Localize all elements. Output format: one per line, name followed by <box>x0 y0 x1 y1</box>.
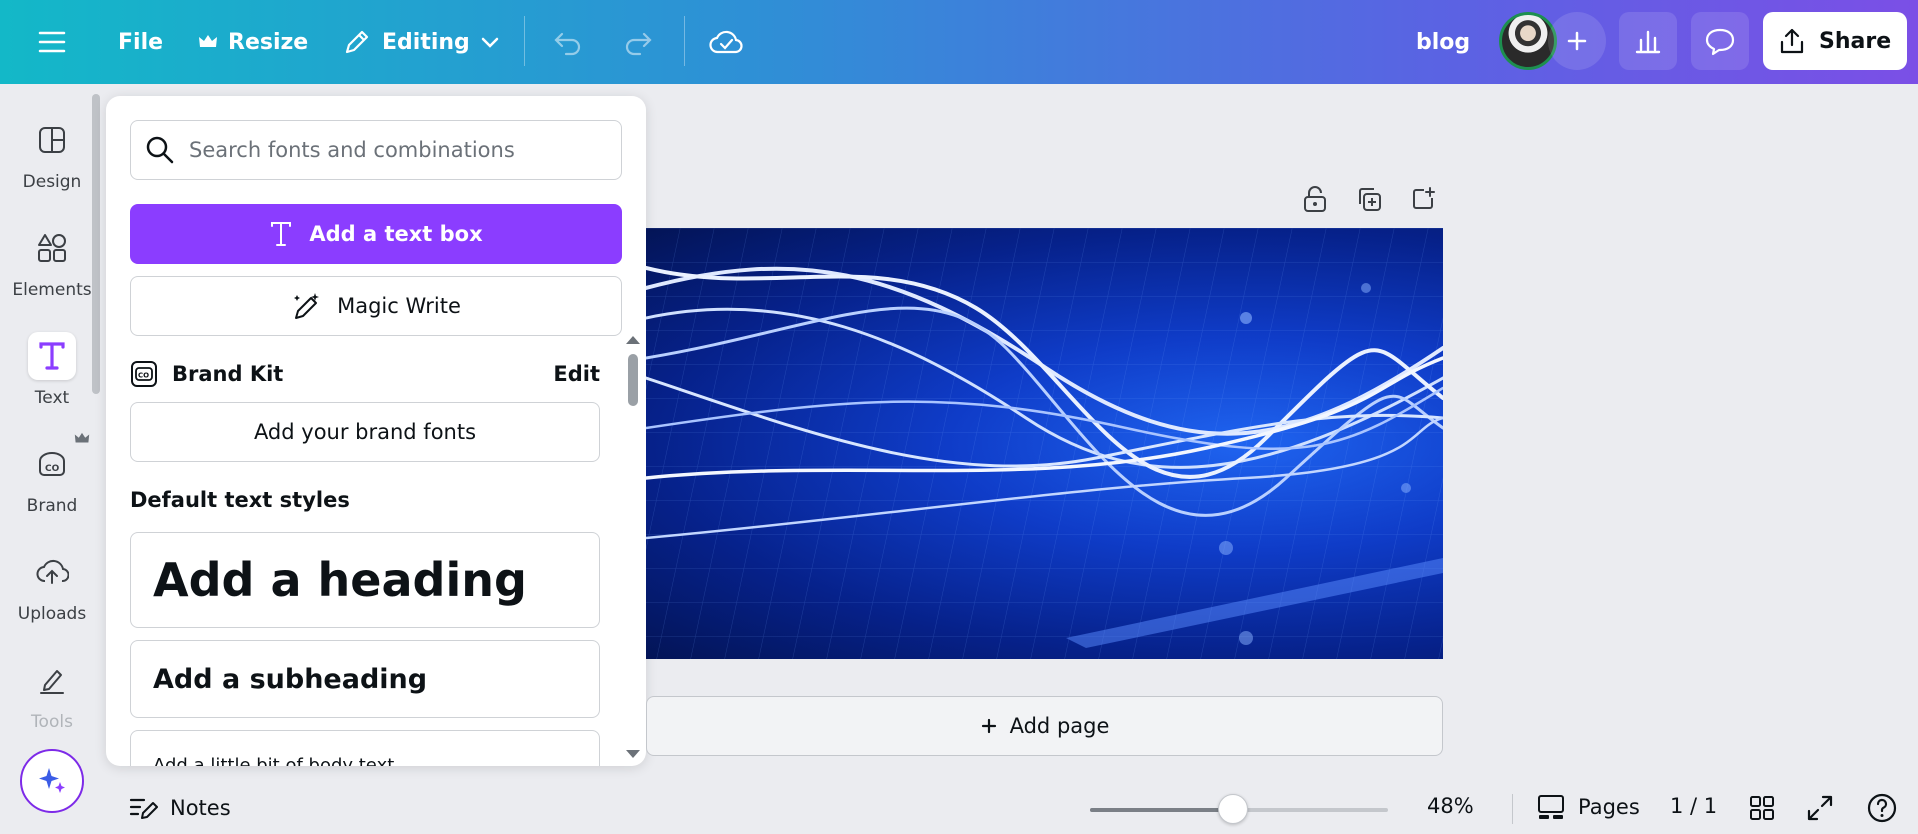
save-status-button[interactable] <box>708 0 744 84</box>
add-subheading-card[interactable]: Add a subheading <box>130 640 600 718</box>
zoom-slider-handle[interactable] <box>1218 794 1248 824</box>
resize-button[interactable]: Resize <box>198 0 308 84</box>
add-body-text-card[interactable]: Add a little bit of body text <box>130 730 600 766</box>
brand-kit-header: CO Brand Kit Edit <box>130 354 600 394</box>
notes-icon <box>129 798 158 819</box>
pencil-icon <box>345 30 369 54</box>
design-title[interactable]: blog <box>1416 0 1470 84</box>
plus-icon <box>981 718 996 734</box>
top-toolbar: File Resize Editing blog Share <box>0 0 1918 84</box>
redo-icon <box>625 32 652 56</box>
add-brand-fonts-button[interactable]: Add your brand fonts <box>130 402 600 462</box>
pages-button[interactable]: Pages <box>1536 792 1640 822</box>
text-icon <box>28 332 76 380</box>
brand-icon: CO <box>28 432 90 488</box>
add-text-box-button[interactable]: Add a text box <box>130 204 622 264</box>
notes-button[interactable]: Notes <box>128 794 231 822</box>
search-input[interactable] <box>189 138 609 162</box>
design-page-image[interactable] <box>646 228 1443 659</box>
add-heading-card[interactable]: Add a heading <box>130 532 600 628</box>
rail-item-elements[interactable]: Elements <box>0 212 104 312</box>
text-panel: Add a text box Magic Write CO Brand Kit … <box>106 96 646 766</box>
help-icon <box>1867 793 1897 823</box>
comment-icon <box>1705 28 1735 56</box>
bar-chart-icon <box>1635 30 1661 54</box>
lock-page-button[interactable] <box>1300 184 1330 214</box>
fullscreen-button[interactable] <box>1806 794 1834 822</box>
text-icon <box>271 222 292 246</box>
add-page-icon-button[interactable] <box>1408 184 1438 214</box>
editing-mode-dropdown[interactable]: Editing <box>342 0 500 84</box>
comments-button[interactable] <box>1691 12 1749 70</box>
undo-icon <box>554 32 581 56</box>
chevron-down-icon <box>481 37 499 48</box>
pen-tools-icon <box>28 656 76 704</box>
zoom-level-button[interactable]: 48% <box>1427 794 1474 818</box>
help-button[interactable] <box>1866 792 1898 824</box>
main-menu-button[interactable] <box>38 0 66 84</box>
plus-icon <box>1567 31 1587 51</box>
lock-icon <box>1304 186 1326 212</box>
grid-view-button[interactable] <box>1748 794 1776 822</box>
rail-item-brand[interactable]: CO Brand <box>0 428 104 528</box>
crown-icon <box>199 35 217 47</box>
brand-kit-edit-link[interactable]: Edit <box>553 362 600 386</box>
cloud-upload-icon <box>28 548 76 596</box>
hamburger-icon <box>38 31 66 53</box>
bottombar-divider <box>1512 794 1513 824</box>
magic-assistant-button[interactable] <box>20 749 84 813</box>
svg-text:CO: CO <box>138 372 149 380</box>
duplicate-icon <box>1359 188 1381 211</box>
rail-item-design[interactable]: Design <box>0 104 104 204</box>
magic-write-button[interactable]: Magic Write <box>130 276 622 336</box>
scroll-up-arrow[interactable] <box>626 336 640 344</box>
expand-icon <box>1807 795 1833 821</box>
font-search-box[interactable] <box>130 120 622 180</box>
redo-button[interactable] <box>622 0 654 84</box>
crown-icon <box>74 432 90 443</box>
magic-wand-icon <box>294 293 320 319</box>
pages-icon <box>1538 795 1564 819</box>
toolbar-divider <box>524 16 525 66</box>
page-counter: 1 / 1 <box>1670 794 1718 818</box>
svg-text:CO: CO <box>45 464 60 474</box>
grid-icon <box>1750 796 1774 820</box>
rail-item-tools[interactable]: Tools <box>0 644 104 744</box>
add-page-button[interactable]: Add page <box>646 696 1443 756</box>
abstract-wires-image <box>646 228 1443 659</box>
rail-item-text[interactable]: Text <box>0 320 104 420</box>
layout-icon <box>28 116 76 164</box>
shapes-icon <box>28 224 76 272</box>
toolbar-divider <box>684 16 685 66</box>
file-menu-button[interactable]: File <box>118 0 163 84</box>
undo-button[interactable] <box>552 0 584 84</box>
rail-item-uploads[interactable]: Uploads <box>0 536 104 636</box>
panel-scrollbar-thumb[interactable] <box>628 354 638 406</box>
invite-collaborator-button[interactable] <box>1548 12 1606 70</box>
brand-kit-icon: CO <box>131 361 157 387</box>
insights-button[interactable] <box>1619 12 1677 70</box>
cloud-check-icon <box>709 30 743 54</box>
share-button[interactable]: Share <box>1763 12 1907 70</box>
duplicate-page-button[interactable] <box>1354 184 1384 214</box>
zoom-slider-fill <box>1090 808 1233 812</box>
scroll-down-arrow[interactable] <box>626 750 640 758</box>
search-icon <box>146 136 174 164</box>
default-text-styles-title: Default text styles <box>130 488 350 512</box>
add-page-icon <box>1413 187 1435 209</box>
sparkle-icon <box>39 768 65 793</box>
upload-icon <box>1780 28 1804 54</box>
